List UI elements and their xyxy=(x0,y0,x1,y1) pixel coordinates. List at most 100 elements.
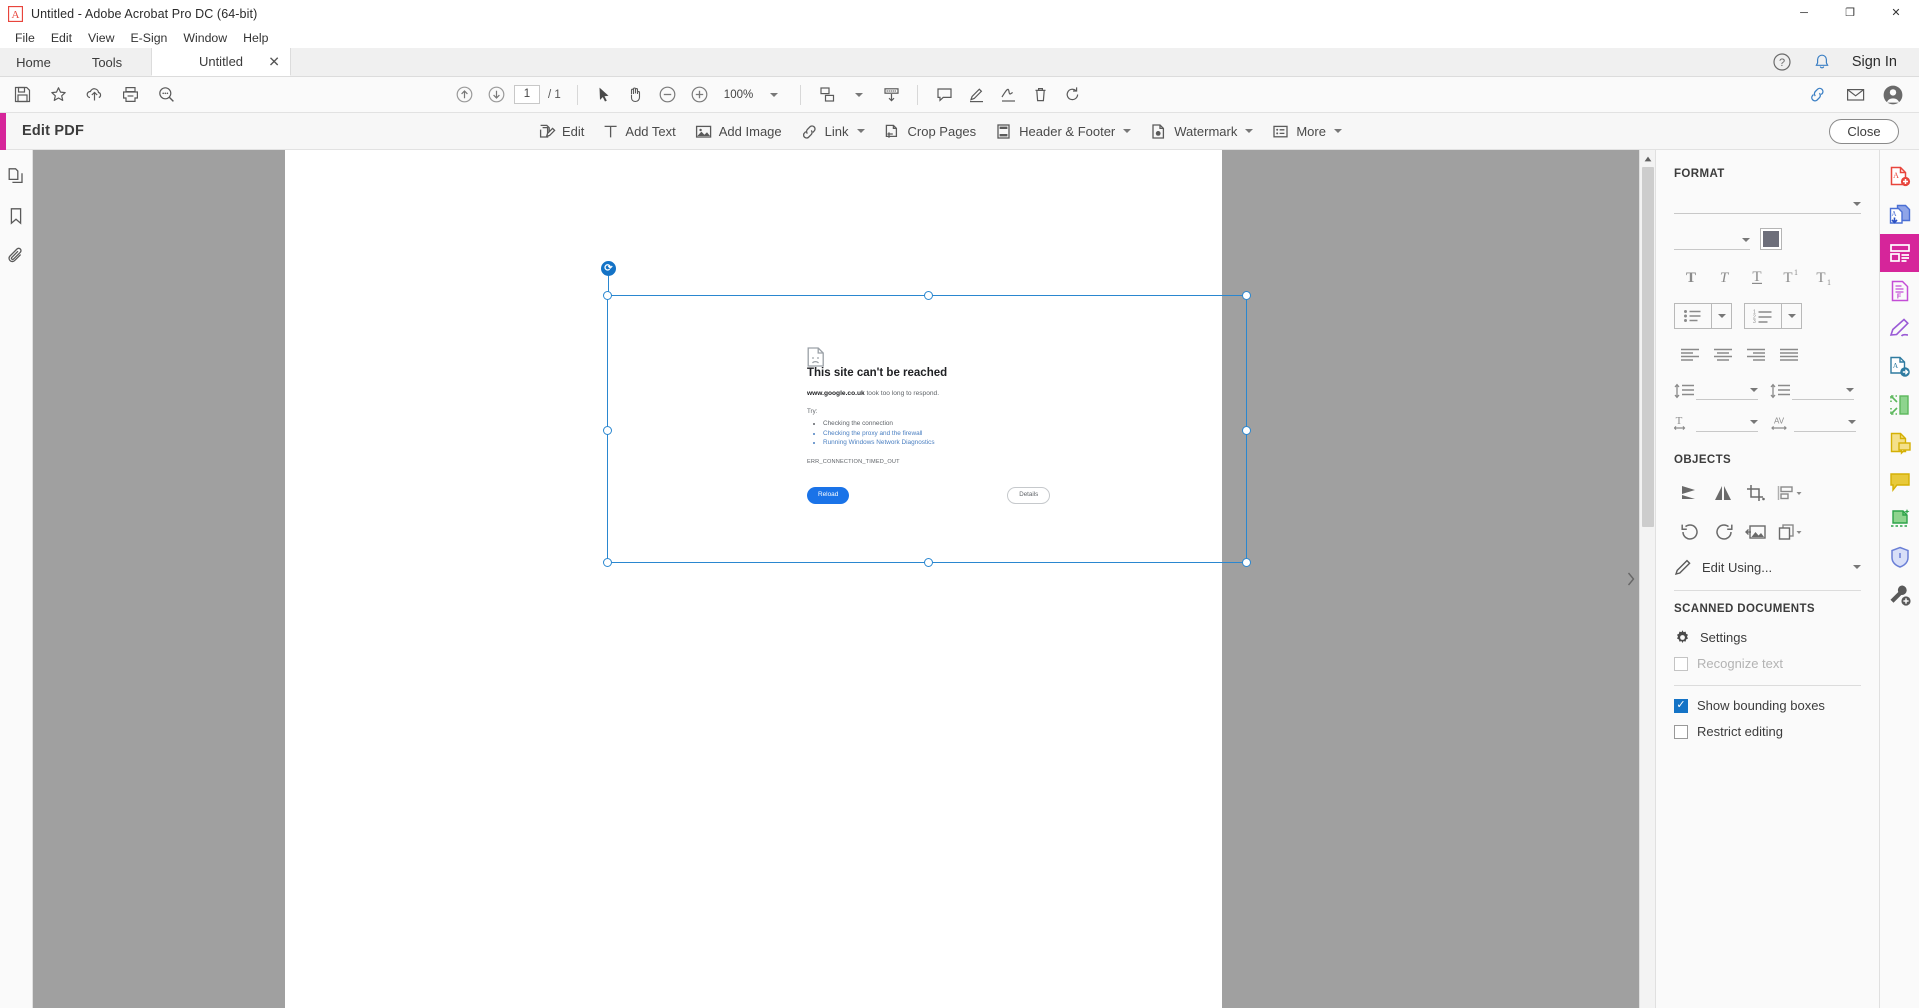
numbered-list-button[interactable]: 123 xyxy=(1744,303,1802,329)
handle-bottom-center[interactable] xyxy=(924,558,933,567)
flip-horizontal-button[interactable] xyxy=(1707,480,1740,506)
scrollbar-thumb[interactable] xyxy=(1642,167,1654,527)
restrict-editing-row[interactable]: Restrict editing xyxy=(1674,724,1861,739)
tab-tools[interactable]: Tools xyxy=(67,48,147,76)
attachments-icon[interactable] xyxy=(2,242,30,270)
maximize-button[interactable]: ❐ xyxy=(1827,0,1873,27)
align-right-button[interactable] xyxy=(1740,342,1773,368)
edit-pdf-icon[interactable] xyxy=(1879,234,1919,272)
notifications-button[interactable] xyxy=(1802,48,1842,77)
minimize-button[interactable]: ─ xyxy=(1781,0,1827,27)
fit-page-icon[interactable] xyxy=(813,81,841,109)
scroll-mode-icon[interactable] xyxy=(877,81,905,109)
handle-top-left[interactable] xyxy=(603,291,612,300)
handle-top-right[interactable] xyxy=(1242,291,1251,300)
selection-bounding-box[interactable]: This site can't be reached www.google.co… xyxy=(603,291,1251,567)
show-bounding-boxes-checkbox[interactable] xyxy=(1674,698,1688,713)
subscript-icon[interactable]: T1 xyxy=(1806,264,1839,290)
handle-bottom-left[interactable] xyxy=(603,558,612,567)
enhance-scan-icon[interactable] xyxy=(1880,500,1919,538)
character-spacing-control[interactable] xyxy=(1794,413,1856,432)
export-pdf-icon[interactable]: A xyxy=(1880,196,1919,234)
line-spacing-control[interactable] xyxy=(1696,381,1758,400)
arrange-align-button[interactable] xyxy=(1773,480,1806,506)
horizontal-scale-control[interactable] xyxy=(1696,413,1758,432)
crop-image-button[interactable] xyxy=(1740,480,1773,506)
hand-icon[interactable] xyxy=(622,81,650,109)
italic-icon[interactable]: T xyxy=(1707,264,1740,290)
text-color-swatch[interactable] xyxy=(1760,228,1782,250)
add-comment-icon[interactable] xyxy=(1880,462,1919,500)
settings-row[interactable]: Settings xyxy=(1674,629,1861,646)
restrict-editing-checkbox[interactable] xyxy=(1674,724,1688,739)
menu-help[interactable]: Help xyxy=(235,29,276,47)
share-link-icon[interactable] xyxy=(1803,81,1831,109)
numbered-list-dropdown[interactable] xyxy=(1781,304,1801,328)
help-button[interactable]: ? xyxy=(1762,48,1802,77)
document-scrollbar[interactable] xyxy=(1639,150,1655,1008)
handle-middle-right[interactable] xyxy=(1242,426,1251,435)
menu-edit[interactable]: Edit xyxy=(43,29,80,47)
menu-window[interactable]: Window xyxy=(175,29,235,47)
align-center-button[interactable] xyxy=(1707,342,1740,368)
trash-icon[interactable] xyxy=(1026,81,1054,109)
zoom-level-label[interactable]: 100% xyxy=(724,89,753,101)
zoom-dropdown-button[interactable] xyxy=(760,81,788,109)
protect-shield-icon[interactable] xyxy=(1880,538,1919,576)
compress-pdf-icon[interactable] xyxy=(1880,386,1919,424)
arrange-order-button[interactable] xyxy=(1773,519,1806,545)
arrow-up-circle-icon[interactable] xyxy=(450,81,478,109)
recognize-text-row[interactable]: Recognize text xyxy=(1674,656,1861,671)
crop-pages-button[interactable]: Crop Pages xyxy=(874,118,986,145)
page-number-input[interactable]: 1 xyxy=(514,85,540,104)
rotate-handle[interactable]: ⟳ xyxy=(601,261,616,276)
highlight-pen-icon[interactable] xyxy=(962,81,990,109)
bulleted-list-icon[interactable] xyxy=(1675,304,1711,328)
tab-document[interactable]: Untitled ✕ xyxy=(151,48,291,76)
scroll-up-arrow[interactable] xyxy=(1640,150,1655,167)
pdf-page[interactable]: ⟳ This site can't be reached www.google.… xyxy=(285,150,1251,1008)
create-pdf-icon[interactable]: A xyxy=(1880,158,1919,196)
header-footer-button[interactable]: Header & Footer xyxy=(985,118,1140,145)
recognize-text-checkbox[interactable] xyxy=(1674,656,1688,671)
add-text-button[interactable]: Add Text xyxy=(593,118,684,145)
handle-top-center[interactable] xyxy=(924,291,933,300)
tab-close-icon[interactable]: ✕ xyxy=(268,53,280,70)
menu-view[interactable]: View xyxy=(80,29,122,47)
flip-vertical-button[interactable] xyxy=(1674,480,1707,506)
menu-file[interactable]: File xyxy=(7,29,43,47)
show-bounding-boxes-row[interactable]: Show bounding boxes xyxy=(1674,698,1861,713)
align-left-button[interactable] xyxy=(1674,342,1707,368)
zoom-in-icon[interactable] xyxy=(686,81,714,109)
embedded-error-image[interactable]: This site can't be reached www.google.co… xyxy=(807,347,1197,504)
right-panel-collapse-button[interactable] xyxy=(1625,559,1637,599)
more-tools-icon[interactable] xyxy=(1880,576,1919,614)
more-button[interactable]: More xyxy=(1262,118,1351,145)
replace-image-button[interactable] xyxy=(1740,519,1773,545)
zoom-out-icon[interactable] xyxy=(654,81,682,109)
find-icon[interactable] xyxy=(152,81,180,109)
superscript-icon[interactable]: T1 xyxy=(1773,264,1806,290)
star-icon[interactable] xyxy=(44,81,72,109)
page-thumbnails-icon[interactable] xyxy=(2,162,30,190)
rotate-clockwise-button[interactable] xyxy=(1707,519,1740,545)
comment-doc-icon[interactable] xyxy=(1880,424,1919,462)
chevron-down-icon-editusing[interactable] xyxy=(1853,565,1861,569)
sign-pen-icon[interactable] xyxy=(1880,310,1919,348)
print-icon[interactable] xyxy=(116,81,144,109)
underline-icon[interactable]: T xyxy=(1740,264,1773,290)
watermark-button[interactable]: Watermark xyxy=(1140,118,1262,145)
comment-icon[interactable] xyxy=(930,81,958,109)
numbered-list-icon[interactable]: 123 xyxy=(1745,304,1781,328)
handle-middle-left[interactable] xyxy=(603,426,612,435)
bulleted-list-dropdown[interactable] xyxy=(1711,304,1731,328)
handle-bottom-right[interactable] xyxy=(1242,558,1251,567)
fill-sign-form-icon[interactable]: F xyxy=(1880,272,1919,310)
add-image-button[interactable]: Add Image xyxy=(685,118,791,145)
close-edit-pdf-button[interactable]: Close xyxy=(1829,118,1899,144)
rotate-icon[interactable] xyxy=(1058,81,1086,109)
envelope-icon[interactable] xyxy=(1841,81,1869,109)
edit-using-row[interactable]: Edit Using... xyxy=(1674,558,1861,576)
bookmarks-icon[interactable] xyxy=(2,202,30,230)
paragraph-spacing-control[interactable] xyxy=(1792,381,1854,400)
